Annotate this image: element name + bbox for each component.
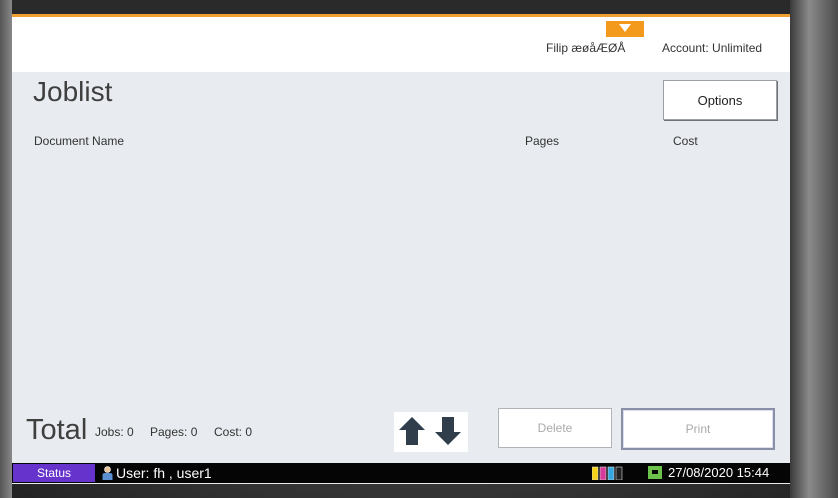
column-header-document-name: Document Name (34, 134, 125, 148)
user-menu-tab[interactable] (606, 21, 644, 37)
status-bar: Status User: fh , user1 27/08/2020 15:44 (12, 463, 790, 483)
total-pages-label: Pages: (150, 425, 188, 439)
job-list-area[interactable] (12, 154, 790, 404)
device-bezel-right (790, 0, 838, 498)
network-icon (648, 466, 662, 479)
logged-in-user-name: Filip æøåÆØÅ (546, 41, 626, 55)
page-title: Joblist (33, 76, 113, 107)
total-cost-value: 0 (245, 425, 253, 439)
device-bezel-top (0, 0, 838, 14)
options-button[interactable]: Options (663, 80, 777, 120)
device-bezel-left (0, 0, 12, 498)
column-header-pages: Pages (525, 134, 560, 148)
total-label: Total (26, 414, 88, 446)
scroll-controls (394, 412, 468, 452)
total-jobs-value: 0 (127, 425, 134, 439)
arrow-down-icon[interactable] (434, 416, 462, 446)
total-cost-label: Cost: (214, 425, 243, 439)
header-bar: Filip æøåÆØÅ Account: Unlimited (12, 14, 790, 72)
current-user: User: fh , user1 (116, 465, 212, 481)
total-pages-value: 0 (190, 425, 198, 439)
date-time: 27/08/2020 15:44 (668, 465, 770, 480)
total-pages: Pages: 0 (150, 425, 197, 439)
total-jobs: Jobs: 0 (95, 425, 134, 439)
print-button[interactable]: Print (621, 408, 775, 450)
toner-cartridges-icon[interactable] (592, 466, 624, 480)
arrow-up-icon[interactable] (398, 416, 426, 446)
status-button[interactable]: Status (13, 464, 95, 482)
total-jobs-label: Jobs: (95, 425, 124, 439)
person-icon (102, 466, 113, 480)
total-cost: Cost: 0 (214, 425, 252, 439)
delete-button[interactable]: Delete (498, 408, 612, 448)
column-header-cost: Cost (673, 134, 698, 148)
account-balance: Account: Unlimited (662, 41, 763, 55)
touch-screen: Filip æøåÆØÅ Account: Unlimited Joblist … (12, 14, 790, 484)
dropdown-triangle-icon (619, 24, 631, 32)
